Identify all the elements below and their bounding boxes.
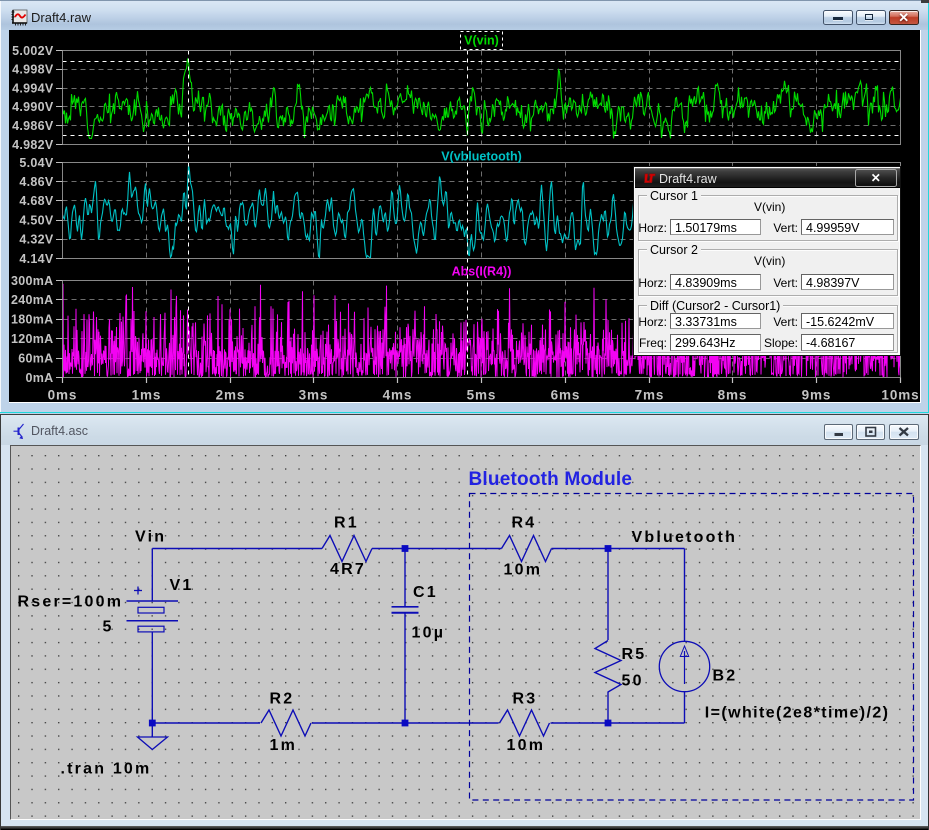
- svg-text:4.994V: 4.994V: [12, 81, 54, 95]
- svg-text:B2: B2: [713, 668, 738, 685]
- svg-text:5: 5: [103, 619, 114, 636]
- svg-text:5ms: 5ms: [467, 388, 497, 403]
- svg-text:6ms: 6ms: [551, 388, 581, 403]
- svg-text:V1: V1: [170, 577, 194, 594]
- svg-text:2ms: 2ms: [216, 388, 246, 403]
- svg-text:Vin: Vin: [135, 529, 166, 546]
- svg-text:Abs(I(R4)): Abs(I(R4)): [452, 265, 512, 279]
- svg-text:0mA: 0mA: [26, 371, 54, 385]
- svg-text:4.68V: 4.68V: [19, 194, 54, 208]
- svg-text:7ms: 7ms: [635, 388, 665, 403]
- svg-text:240mA: 240mA: [11, 293, 54, 307]
- svg-text:3ms: 3ms: [299, 388, 329, 403]
- svg-text:9ms: 9ms: [802, 388, 832, 403]
- svg-text:.tran 10m: .tran 10m: [61, 761, 152, 778]
- svg-text:4R7: 4R7: [330, 561, 366, 578]
- svg-text:R5: R5: [622, 646, 647, 663]
- svg-text:V(vin): V(vin): [464, 34, 499, 48]
- svg-text:4.14V: 4.14V: [19, 252, 54, 266]
- svg-text:Vbluetooth: Vbluetooth: [632, 529, 738, 546]
- svg-text:4.32V: 4.32V: [19, 233, 54, 247]
- svg-text:R3: R3: [513, 691, 538, 708]
- svg-text:R4: R4: [512, 515, 537, 532]
- svg-text:Bluetooth Module: Bluetooth Module: [469, 469, 633, 490]
- svg-text:4.998V: 4.998V: [12, 63, 54, 77]
- svg-text:10µ: 10µ: [412, 625, 446, 642]
- svg-text:R1: R1: [334, 515, 359, 532]
- svg-text:5.002V: 5.002V: [12, 44, 54, 58]
- svg-text:1ms: 1ms: [132, 388, 162, 403]
- svg-text:Rser=100m: Rser=100m: [18, 594, 124, 611]
- svg-text:8ms: 8ms: [718, 388, 748, 403]
- svg-text:4.982V: 4.982V: [12, 138, 54, 152]
- svg-text:V(vbluetooth): V(vbluetooth): [441, 150, 522, 164]
- svg-text:C1: C1: [413, 584, 438, 601]
- svg-text:I=(white(2e8*time)/2): I=(white(2e8*time)/2): [705, 705, 890, 722]
- svg-text:5.04V: 5.04V: [19, 156, 54, 170]
- svg-text:4.990V: 4.990V: [12, 100, 54, 114]
- svg-text:300mA: 300mA: [11, 274, 54, 288]
- svg-text:50: 50: [622, 673, 644, 690]
- svg-text:10ms: 10ms: [881, 388, 919, 403]
- svg-text:120mA: 120mA: [11, 332, 54, 346]
- svg-text:60mA: 60mA: [18, 351, 53, 365]
- svg-text:10m: 10m: [504, 562, 543, 579]
- svg-text:R2: R2: [270, 691, 295, 708]
- svg-text:4ms: 4ms: [383, 388, 413, 403]
- svg-text:4.86V: 4.86V: [19, 175, 54, 189]
- svg-text:0ms: 0ms: [48, 388, 78, 403]
- svg-text:1m: 1m: [270, 737, 298, 754]
- svg-text:4.50V: 4.50V: [19, 213, 54, 227]
- svg-text:10m: 10m: [507, 737, 546, 754]
- svg-text:4.986V: 4.986V: [12, 119, 54, 133]
- svg-text:180mA: 180mA: [11, 313, 54, 327]
